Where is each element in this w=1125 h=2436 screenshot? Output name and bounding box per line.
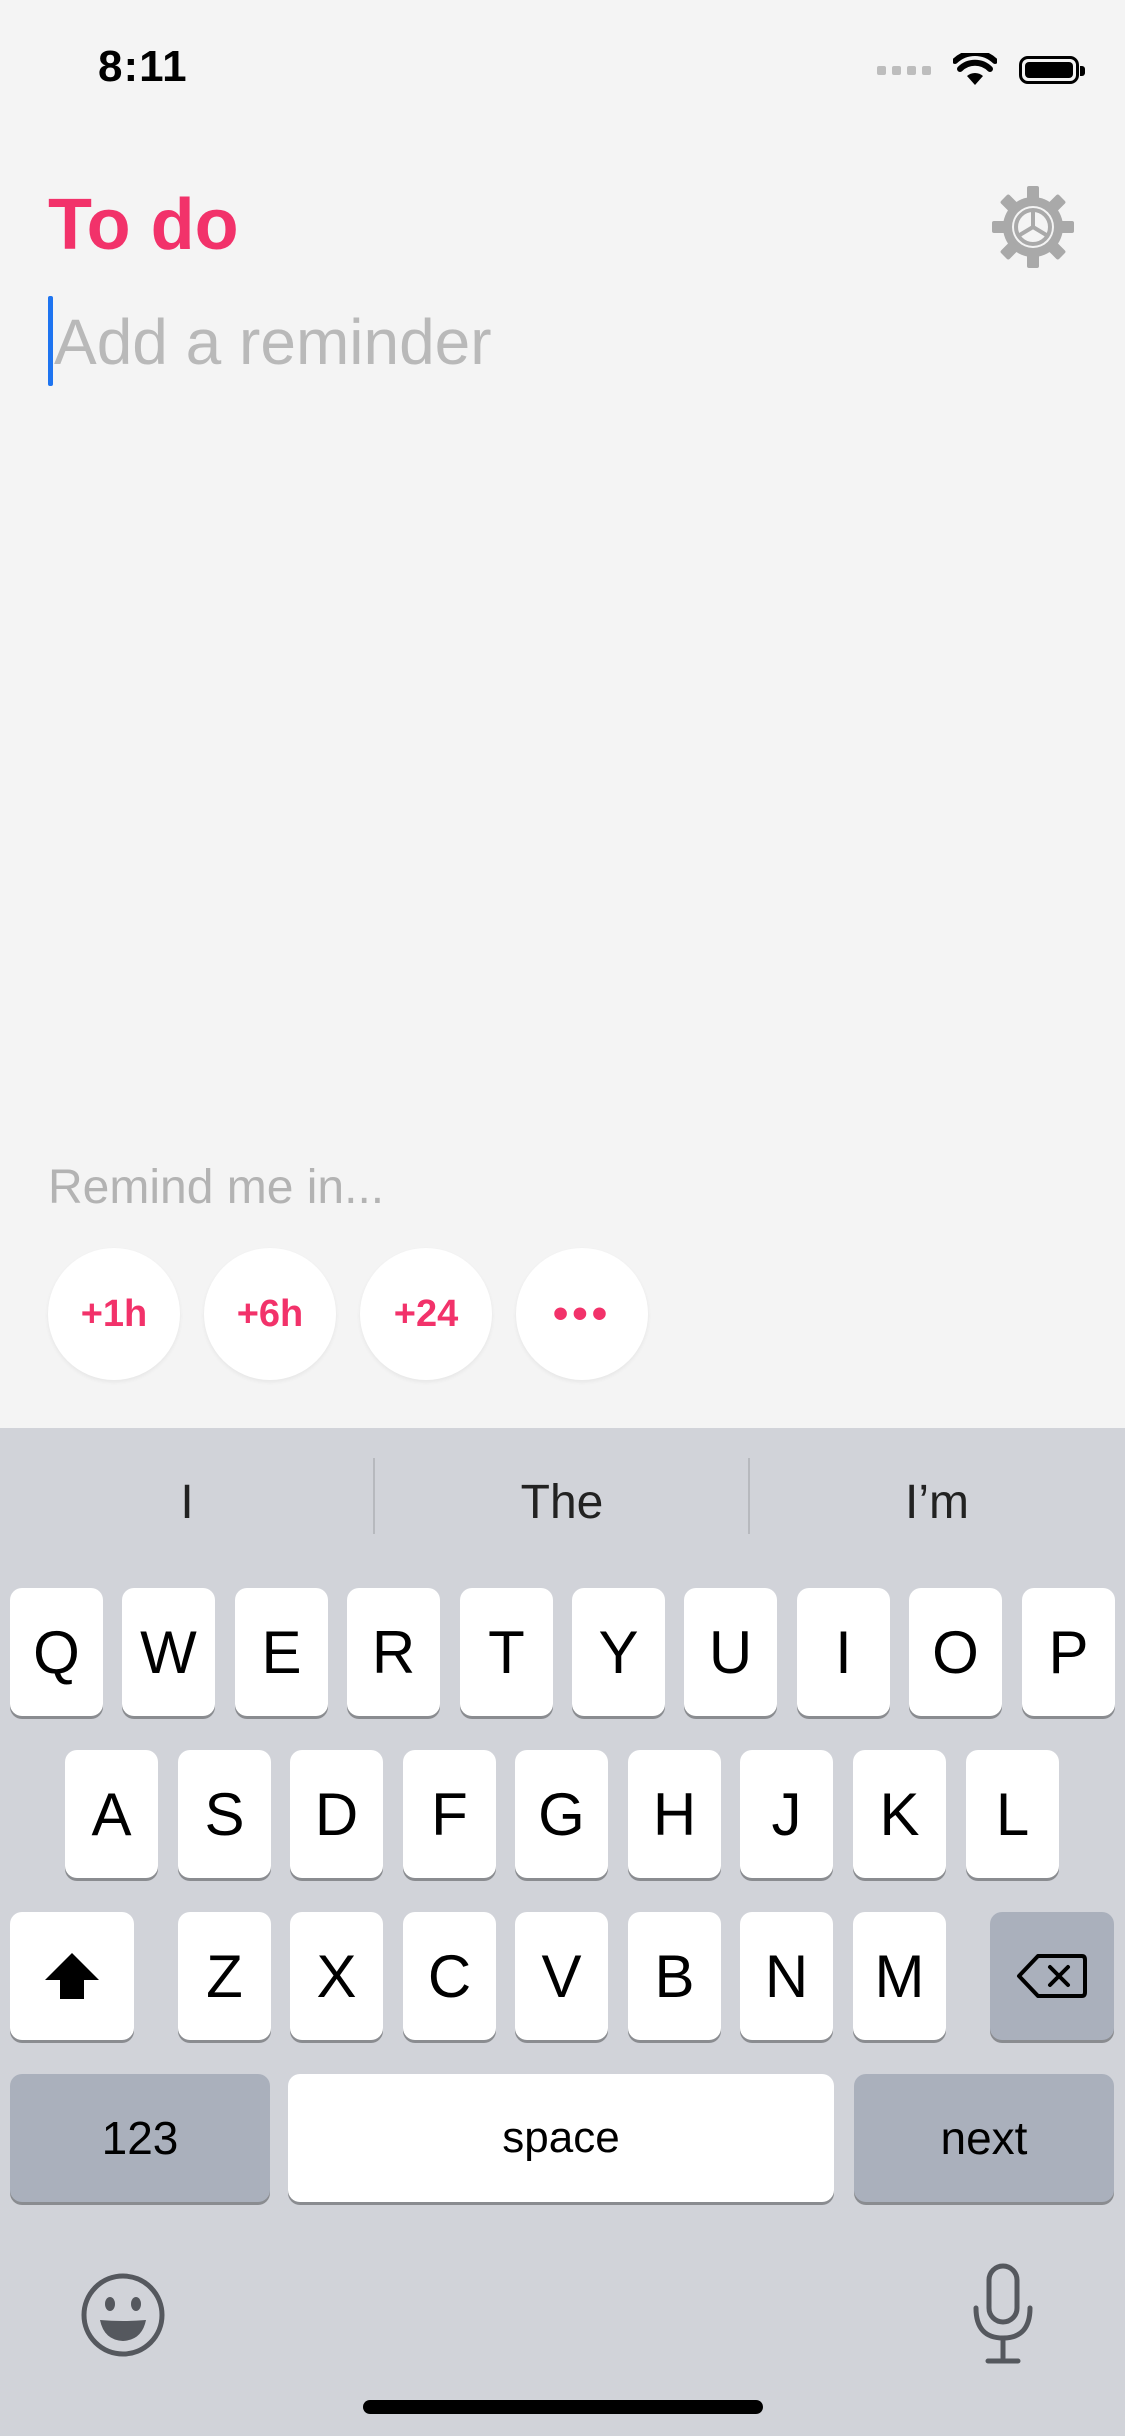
reminder-field[interactable] (48, 296, 1078, 392)
space-key[interactable]: space (288, 2074, 834, 2202)
key-c[interactable]: C (403, 1912, 496, 2040)
status-time: 8:11 (98, 42, 188, 91)
keyboard: I The I’m Q W E R T Y U I O P A S D F G … (0, 1428, 1125, 2436)
wifi-icon (953, 53, 997, 85)
key-u[interactable]: U (684, 1588, 777, 1716)
key-r[interactable]: R (347, 1588, 440, 1716)
next-key[interactable]: next (854, 2074, 1114, 2202)
key-j[interactable]: J (740, 1750, 833, 1878)
key-t[interactable]: T (460, 1588, 553, 1716)
key-z[interactable]: Z (178, 1912, 271, 2040)
page-title: To do (48, 185, 239, 265)
key-f[interactable]: F (403, 1750, 496, 1878)
key-a[interactable]: A (65, 1750, 158, 1878)
key-v[interactable]: V (515, 1912, 608, 2040)
key-e[interactable]: E (235, 1588, 328, 1716)
delete-key[interactable] (990, 1912, 1114, 2040)
key-n[interactable]: N (740, 1912, 833, 2040)
suggestion-item[interactable]: The (375, 1462, 749, 1542)
emoji-icon[interactable] (78, 2270, 168, 2360)
microphone-icon[interactable] (968, 2262, 1038, 2366)
key-q[interactable]: Q (10, 1588, 103, 1716)
key-i[interactable]: I (797, 1588, 890, 1716)
more-options-button[interactable]: ••• (516, 1248, 648, 1380)
key-o[interactable]: O (909, 1588, 1002, 1716)
suggestion-item[interactable]: I (0, 1462, 374, 1542)
key-y[interactable]: Y (572, 1588, 665, 1716)
remind-label: Remind me in... (48, 1161, 385, 1214)
key-m[interactable]: M (853, 1912, 946, 2040)
reminder-input[interactable] (52, 296, 1074, 388)
suggestion-item[interactable]: I’m (750, 1462, 1124, 1542)
key-h[interactable]: H (628, 1750, 721, 1878)
key-g[interactable]: G (515, 1750, 608, 1878)
key-w[interactable]: W (122, 1588, 215, 1716)
shift-key[interactable] (10, 1912, 134, 2040)
remind-24h-button[interactable]: +24 (360, 1248, 492, 1380)
suggestion-bar: I The I’m (0, 1428, 1125, 1578)
delete-icon (1017, 1954, 1087, 1998)
shift-icon (45, 1953, 99, 1999)
status-icons (877, 50, 1085, 90)
remind-1h-button[interactable]: +1h (48, 1248, 180, 1380)
gear-icon[interactable] (990, 184, 1076, 270)
key-k[interactable]: K (853, 1750, 946, 1878)
numbers-key[interactable]: 123 (10, 2074, 270, 2202)
key-l[interactable]: L (966, 1750, 1059, 1878)
cellular-signal-icon (877, 65, 931, 75)
battery-icon (1019, 56, 1085, 84)
key-s[interactable]: S (178, 1750, 271, 1878)
key-p[interactable]: P (1022, 1588, 1115, 1716)
key-d[interactable]: D (290, 1750, 383, 1878)
remind-6h-button[interactable]: +6h (204, 1248, 336, 1380)
home-indicator[interactable] (363, 2400, 763, 2414)
key-x[interactable]: X (290, 1912, 383, 2040)
key-b[interactable]: B (628, 1912, 721, 2040)
